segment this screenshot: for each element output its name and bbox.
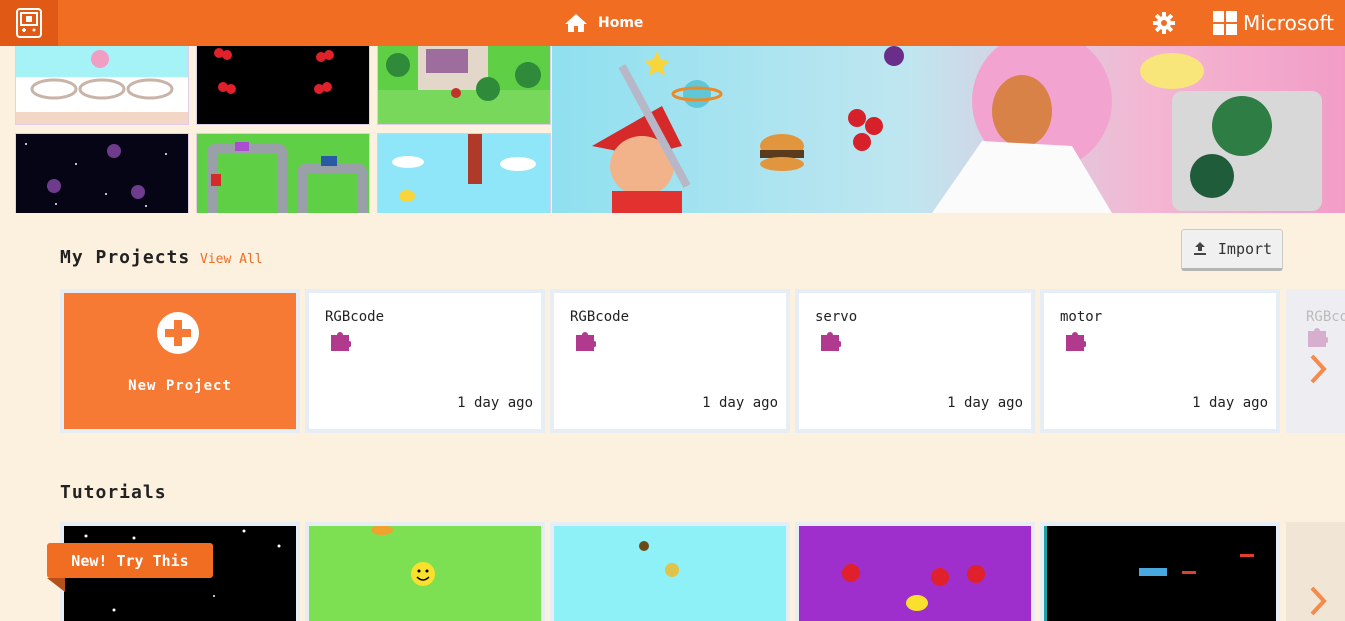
- tutorial-card-bees[interactable]: [550, 522, 790, 621]
- tutorial-card-fruit[interactable]: [795, 522, 1035, 621]
- banner-thumb-flappy[interactable]: [377, 133, 551, 213]
- banner-thumb-space[interactable]: [15, 133, 189, 213]
- puzzle-icon: [1066, 332, 1086, 351]
- tutorial-card-partial[interactable]: [1286, 522, 1345, 621]
- project-name: RGBcode: [325, 309, 385, 325]
- puzzle-icon: [576, 332, 596, 351]
- banner-thumb-cherries[interactable]: [196, 46, 370, 125]
- project-name: RGBco: [1306, 309, 1345, 325]
- chevron-right-icon[interactable]: [1308, 584, 1330, 618]
- project-name: RGBcode: [570, 309, 630, 325]
- puzzle-icon: [1308, 328, 1328, 347]
- tutorial-card-smiley[interactable]: [305, 522, 545, 621]
- microsoft-logo-icon: [1213, 11, 1237, 35]
- new-try-this-badge: New! Try This: [47, 543, 213, 578]
- puzzle-icon: [331, 332, 351, 351]
- hero-banner: [0, 46, 1345, 213]
- project-time: 1 day ago: [947, 395, 1023, 411]
- microsoft-label: Microsoft: [1243, 11, 1335, 35]
- project-name: motor: [1060, 309, 1103, 325]
- new-project-label: New Project: [128, 378, 232, 394]
- tutorial-card-shooter[interactable]: [1040, 522, 1280, 621]
- banner-thumb-village[interactable]: [377, 46, 551, 125]
- project-card[interactable]: motor 1 day ago: [1040, 289, 1280, 433]
- my-projects-title: My Projects: [60, 247, 191, 268]
- top-bar: Home Microsoft: [0, 0, 1345, 46]
- import-label: Import: [1217, 240, 1273, 258]
- home-button[interactable]: Home: [564, 0, 643, 46]
- banner-thumb-racetrack[interactable]: [196, 133, 370, 213]
- project-card[interactable]: RGBcode 1 day ago: [550, 289, 790, 433]
- hero-artwork: [552, 46, 1345, 213]
- new-project-card[interactable]: New Project: [60, 289, 300, 433]
- gear-icon[interactable]: [1152, 11, 1176, 35]
- badge-ribbon-tail: [47, 578, 65, 592]
- chevron-right-icon[interactable]: [1308, 352, 1330, 386]
- project-time: 1 day ago: [457, 395, 533, 411]
- home-icon: [565, 14, 587, 32]
- banner-thumb-donuts[interactable]: [15, 46, 189, 125]
- project-time: 1 day ago: [702, 395, 778, 411]
- import-button[interactable]: Import: [1181, 229, 1283, 271]
- tutorials-title: Tutorials: [60, 482, 167, 503]
- plus-circle-icon: [157, 312, 199, 354]
- project-name: servo: [815, 309, 858, 325]
- editor-logo-icon[interactable]: [0, 0, 58, 46]
- project-card[interactable]: RGBcode 1 day ago: [305, 289, 545, 433]
- home-label: Home: [598, 15, 644, 31]
- upload-icon: [1193, 242, 1206, 255]
- project-time: 1 day ago: [1192, 395, 1268, 411]
- view-all-link[interactable]: View All: [200, 252, 263, 267]
- project-card-partial[interactable]: RGBco: [1286, 289, 1345, 433]
- puzzle-icon: [821, 332, 841, 351]
- project-card[interactable]: servo 1 day ago: [795, 289, 1035, 433]
- microsoft-link[interactable]: Microsoft: [1213, 11, 1334, 35]
